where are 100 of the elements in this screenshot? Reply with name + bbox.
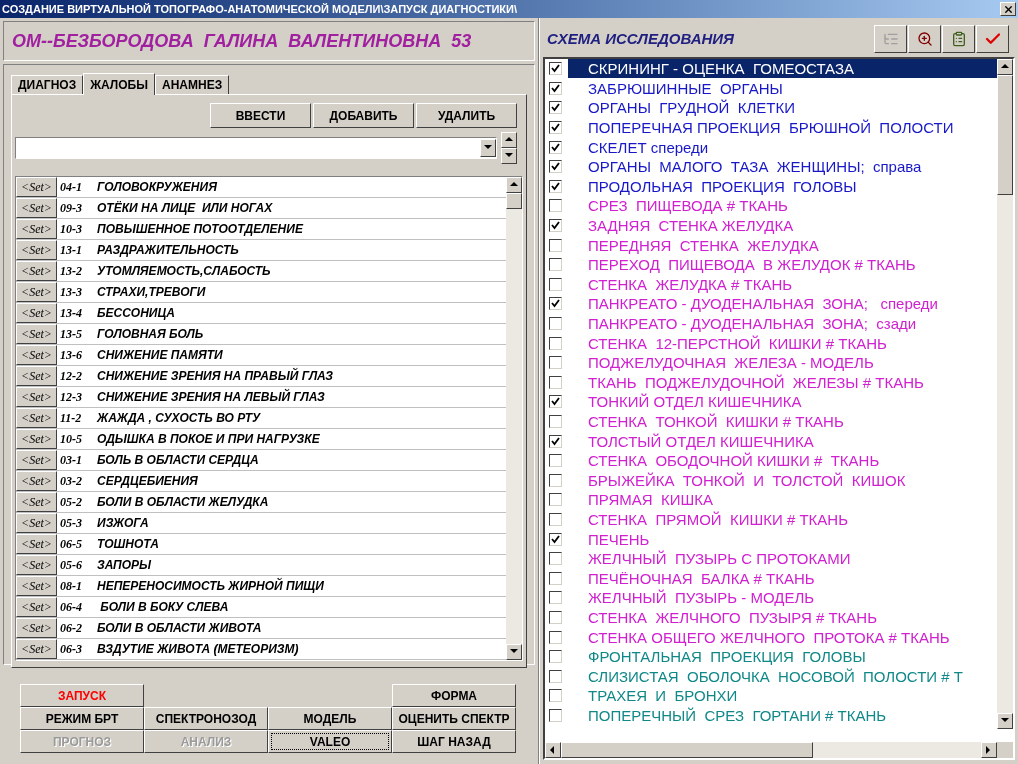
scroll-down-button[interactable] [506,644,522,660]
scheme-item[interactable]: ТОНКИЙ ОТДЕЛ КИШЕЧНИКА [568,392,997,412]
checkbox[interactable] [549,454,562,468]
scheme-item[interactable]: ЗАБРЮШИННЫЕ ОРГАНЫ [568,78,997,98]
scheme-item[interactable]: СТЕНКА ПРЯМОЙ КИШКИ # ТКАНЬ [568,509,997,529]
scheme-item[interactable]: ТРАХЕЯ И БРОНХИ [568,686,997,706]
checkbox[interactable] [549,532,562,546]
checkbox[interactable] [549,610,562,624]
horizontal-scrollbar[interactable] [545,742,997,758]
command-button[interactable]: VALEO [268,730,392,753]
tab[interactable]: ДИАГНОЗ [11,75,84,94]
checkbox[interactable] [549,512,562,526]
set-button[interactable]: <Set> [16,576,57,596]
command-button[interactable]: МОДЕЛЬ [268,707,392,730]
scheme-item[interactable]: СКЕЛЕТ спереди [568,137,997,157]
checkbox[interactable] [549,395,562,409]
action-button[interactable]: ДОБАВИТЬ [313,103,414,128]
checkbox[interactable] [549,238,562,252]
command-button[interactable]: ОЦЕНИТЬ СПЕКТР [392,707,516,730]
set-button[interactable]: <Set> [16,639,57,659]
set-button[interactable]: <Set> [16,408,57,428]
command-button[interactable]: ФОРМА [392,684,516,707]
command-button[interactable]: РЕЖИМ БРТ [20,707,144,730]
command-button[interactable]: ШАГ НАЗАД [392,730,516,753]
checkbox[interactable] [549,140,562,154]
tab[interactable]: АНАМНЕЗ [154,75,230,94]
scheme-item[interactable]: ОРГАНЫ ГРУДНОЙ КЛЕТКИ [568,98,997,118]
set-button[interactable]: <Set> [16,450,57,470]
scheme-item[interactable]: ПЕРЕДНЯЯ СТЕНКА ЖЕЛУДКА [568,235,997,255]
scheme-item[interactable]: ЖЕЛЧНЫЙ ПУЗЫРЬ - МОДЕЛЬ [568,588,997,608]
scroll-thumb[interactable] [997,75,1013,195]
checkbox[interactable] [549,62,562,76]
set-button[interactable]: <Set> [16,282,57,302]
checkbox[interactable] [549,317,562,330]
scroll-thumb[interactable] [561,742,813,758]
checkbox[interactable] [549,258,562,272]
set-button[interactable]: <Set> [16,471,57,491]
checkbox[interactable] [549,493,562,507]
scheme-item[interactable]: СТЕНКА ЖЕЛЧНОГО ПУЗЫРЯ # ТКАНЬ [568,607,997,627]
scheme-item[interactable]: СКРИНИНГ - ОЦЕНКА ГОМЕОСТАЗА [568,59,997,79]
toolbar-button[interactable] [942,25,975,53]
scheme-item[interactable]: ПАНКРЕАТО - ДУОДЕНАЛЬНАЯ ЗОНА; сзади [568,314,997,333]
scheme-item[interactable]: ПЕРЕХОД ПИЩЕВОДА В ЖЕЛУДОК # ТКАНЬ [568,255,997,275]
scheme-item[interactable]: ПЕЧЁНОЧНАЯ БАЛКА # ТКАНЬ [568,568,997,588]
vertical-scrollbar[interactable] [506,177,522,660]
checkbox[interactable] [549,160,562,174]
checkbox[interactable] [549,591,562,605]
scheme-item[interactable]: СТЕНКА 12-ПЕРСТНОЙ КИШКИ # ТКАНЬ [568,333,997,353]
set-button[interactable]: <Set> [16,261,57,281]
dropdown-button[interactable] [480,139,496,157]
set-button[interactable]: <Set> [16,198,57,218]
checkbox[interactable] [549,356,562,370]
scheme-item[interactable]: СЛИЗИСТАЯ ОБОЛОЧКА НОСОВОЙ ПОЛОСТИ # Т [568,666,997,686]
scheme-item[interactable]: ПАНКРЕАТО - ДУОДЕНАЛЬНАЯ ЗОНА; спереди [568,294,997,314]
set-button[interactable]: <Set> [16,429,57,449]
tab[interactable]: ЖАЛОБЫ [83,73,155,95]
set-button[interactable]: <Set> [16,303,57,323]
scheme-item[interactable]: ТОЛСТЫЙ ОТДЕЛ КИШЕЧНИКА [568,431,997,451]
scheme-item[interactable]: ПОПЕРЕЧНЫЙ СРЕЗ ГОРТАНИ # ТКАНЬ [568,705,997,725]
action-button[interactable]: ВВЕСТИ [210,103,311,128]
scheme-item[interactable]: ЗАДНЯЯ СТЕНКА ЖЕЛУДКА [568,216,997,236]
scheme-item[interactable]: ОРГАНЫ МАЛОГО ТАЗА ЖЕНЩИНЫ; справа [568,157,997,177]
scroll-thumb[interactable] [506,193,522,209]
checkbox[interactable] [549,297,562,311]
checkbox[interactable] [549,669,562,683]
scroll-down-button[interactable] [997,713,1013,729]
scroll-left-button[interactable] [545,742,561,758]
scheme-item[interactable]: ФРОНТАЛЬНАЯ ПРОЕКЦИЯ ГОЛОВЫ [568,647,997,667]
scheme-item[interactable]: ПОПЕРЕЧНАЯ ПРОЕКЦИЯ БРЮШНОЙ ПОЛОСТИ [568,118,997,138]
checkbox[interactable] [549,199,562,213]
set-button[interactable]: <Set> [16,597,57,617]
scroll-up-button[interactable] [997,59,1013,75]
checkbox[interactable] [549,650,562,664]
checkbox[interactable] [549,81,562,95]
set-button[interactable]: <Set> [16,492,57,512]
toolbar-button[interactable] [976,25,1009,53]
scheme-item[interactable]: ПРЯМАЯ КИШКА [568,490,997,510]
checkbox[interactable] [549,434,562,448]
set-button[interactable]: <Set> [16,219,57,239]
scroll-up-button[interactable] [506,177,522,193]
checkbox[interactable] [549,689,562,703]
set-button[interactable]: <Set> [16,513,57,533]
checkbox[interactable] [549,375,562,389]
set-button[interactable]: <Set> [16,345,57,365]
checkbox[interactable] [549,571,562,585]
checkbox[interactable] [549,101,562,115]
close-button[interactable] [1000,2,1016,16]
scheme-item[interactable]: СРЕЗ ПИЩЕВОДА # ТКАНЬ [568,196,997,216]
command-button[interactable]: СПЕКТРОНОЗОД [144,707,268,730]
scheme-item[interactable]: ЖЕЛЧНЫЙ ПУЗЫРЬ С ПРОТОКАМИ [568,549,997,569]
checkbox[interactable] [549,179,562,193]
checkbox[interactable] [549,630,562,644]
scheme-item[interactable]: БРЫЖЕЙКА ТОНКОЙ И ТОЛСТОЙ КИШОК [568,470,997,490]
set-button[interactable]: <Set> [16,618,57,638]
checkbox[interactable] [549,121,562,135]
checkbox[interactable] [549,708,562,722]
checkbox[interactable] [549,336,562,350]
checkbox[interactable] [549,473,562,487]
scroll-right-button[interactable] [981,742,997,758]
action-button[interactable]: УДАЛИТЬ [416,103,517,128]
